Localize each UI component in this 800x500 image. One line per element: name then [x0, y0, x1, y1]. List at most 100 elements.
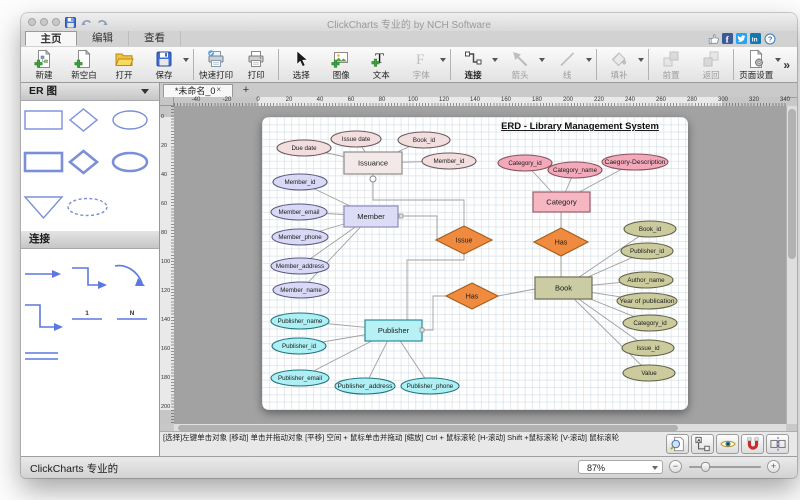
entity-book[interactable]: Book [535, 277, 592, 299]
toolbar-button-quick-print[interactable]: 快速打印 [196, 47, 236, 82]
close-tab-icon[interactable]: × [216, 85, 221, 94]
entity-publisher[interactable]: Publisher [365, 320, 422, 341]
shape-diamond-thick[interactable] [70, 151, 97, 173]
attribute-publisher-email[interactable]: Publisher_email [271, 370, 329, 386]
toolbar-button-open[interactable]: 打开 [104, 47, 144, 82]
dropdown-caret-icon[interactable] [539, 58, 545, 62]
attribute-member-id[interactable]: Member_id [422, 153, 476, 169]
entity-category[interactable]: Category [533, 192, 590, 212]
attribute-book-id[interactable]: Book_id [398, 132, 450, 148]
attribute-member-email[interactable]: Member_email [271, 204, 327, 220]
shape-ellipse-dashed[interactable] [68, 199, 107, 216]
attribute-category-id[interactable]: Category_id [498, 155, 552, 171]
toolbar-button-back[interactable]: 返回 [691, 47, 731, 82]
document-tab[interactable]: *未命名_0× [163, 84, 233, 97]
attribute-issue-id[interactable]: Issue_id [622, 340, 674, 356]
connector-double-line[interactable] [25, 353, 58, 359]
connector-handle[interactable] [420, 328, 424, 332]
toolbar-button-select[interactable]: 选择 [281, 47, 321, 82]
toolbar-button-new[interactable]: 新建 [24, 47, 64, 82]
twitter-icon[interactable] [736, 33, 747, 44]
tab-edit[interactable]: 编辑 [77, 31, 129, 46]
like-icon[interactable] [708, 33, 719, 44]
attribute-category-id[interactable]: Category_id [623, 315, 677, 331]
dropdown-caret-icon[interactable] [183, 58, 189, 62]
toolbar-button-save[interactable]: 保存 [144, 47, 191, 82]
zoom-in-button[interactable]: + [767, 460, 780, 473]
shape-ellipse-thick[interactable] [113, 153, 147, 171]
relationship-has-1[interactable]: Has [534, 228, 588, 256]
connector-handle[interactable] [399, 214, 403, 218]
dropdown-caret-icon[interactable] [638, 58, 644, 62]
sidebar-section-er[interactable]: ER 图 [21, 83, 159, 101]
attribute-book-id[interactable]: Book_id [624, 221, 676, 237]
attribute-publisher-phone[interactable]: Publisher_phone [401, 378, 459, 394]
relationship-issue-0[interactable]: Issue [436, 226, 492, 254]
connector-elbow-arrow[interactable] [72, 268, 98, 285]
attribute-label: Category_id [633, 320, 667, 327]
entity-issuance[interactable]: Issuance [344, 152, 402, 174]
attribute-publisher-id[interactable]: Publisher_id [621, 243, 673, 259]
canvas[interactable]: Due dateIssue date Book_id Member_id Member… [174, 106, 786, 424]
facebook-icon[interactable]: f [722, 33, 733, 44]
attribute-member-name[interactable]: Member_name [273, 282, 329, 298]
shape-rectangle-thick[interactable] [25, 153, 62, 171]
shape-triangle[interactable] [25, 197, 62, 218]
attribute-label: Publisher_name [278, 318, 323, 325]
attribute-category-name[interactable]: Category_name [548, 162, 602, 178]
linkedin-icon[interactable]: in [750, 33, 761, 44]
attribute-issue-date[interactable]: Issue date [331, 131, 381, 147]
shape-ellipse-thin[interactable] [113, 111, 147, 129]
toolbar-button-text[interactable]: T文本 [361, 47, 401, 82]
vertical-scrollbar[interactable] [786, 106, 797, 424]
attribute-caegory-description[interactable]: Caegory-Description [602, 154, 668, 170]
toolbar-button-new-blank[interactable]: 新空白 [64, 47, 104, 82]
toolbar-button-front[interactable]: 前置 [651, 47, 691, 82]
dropdown-caret-icon[interactable] [586, 58, 592, 62]
toolbar-button-image[interactable]: 图像 [321, 47, 361, 82]
attribute-publisher-name[interactable]: Publisher_name [271, 313, 329, 329]
connector-label-button[interactable]: A [691, 434, 714, 454]
entity-label: Member [357, 212, 385, 221]
zoom-slider-thumb[interactable] [701, 462, 710, 472]
toolbar-button-font[interactable]: F字体 [401, 47, 448, 82]
zoom-level-select[interactable]: 87% [578, 460, 663, 474]
snap-magnet-button[interactable] [741, 434, 764, 454]
zoom-slider[interactable] [689, 466, 761, 468]
grid-eye-button[interactable] [716, 434, 739, 454]
new-document-tab-button[interactable]: + [238, 83, 254, 97]
shape-rectangle-thin[interactable] [25, 111, 62, 129]
attribute-member-phone[interactable]: Member_phone [272, 229, 328, 245]
toolbar-overflow-chevron[interactable]: » [783, 58, 790, 72]
attribute-author-name[interactable]: Author_name [619, 272, 673, 288]
attribute-value[interactable]: Value [623, 365, 675, 381]
entity-member[interactable]: Member [344, 206, 398, 227]
sidebar-section-connect[interactable]: 连接 [21, 231, 159, 249]
tab-view[interactable]: 查看 [129, 31, 181, 46]
dropdown-caret-icon[interactable] [440, 58, 446, 62]
toolbar-button-connect[interactable]: 连接 [453, 47, 500, 82]
dropdown-caret-icon[interactable] [775, 58, 781, 62]
diagram-title: ERD - Library Management System [501, 121, 659, 132]
toolbar-button-page-setup[interactable]: 页面设置 [736, 47, 783, 82]
toolbar-button-print[interactable]: 打印 [236, 47, 276, 82]
attribute-member-address[interactable]: Member_address [271, 258, 329, 274]
vertical-scrollbar-thumb[interactable] [788, 109, 796, 259]
tab-home[interactable]: 主页 [25, 31, 77, 46]
zoom-out-button[interactable]: − [669, 460, 682, 473]
toolbar-button-line[interactable]: 线 [547, 47, 594, 82]
relationship-has-2[interactable]: Has [446, 283, 498, 309]
toolbar-button-arrow[interactable]: 箭头 [500, 47, 547, 82]
attribute-year-of-publication[interactable]: Year of publication [617, 293, 677, 309]
shape-diamond-thin[interactable] [70, 109, 97, 131]
attribute-member-id[interactable]: Member_id [273, 174, 327, 190]
connector-s-elbow-arrow[interactable] [25, 305, 54, 327]
help-icon[interactable]: ? [764, 33, 775, 44]
attribute-due-date[interactable]: Due date [277, 140, 331, 156]
toolbar-button-fill[interactable]: 填补 [599, 47, 646, 82]
align-split-button[interactable] [766, 434, 789, 454]
zoom-page-button[interactable] [666, 434, 689, 454]
attribute-publisher-id[interactable]: Publisher_id [272, 338, 326, 354]
attribute-publisher-address[interactable]: Publisher_address [335, 378, 395, 394]
dropdown-caret-icon[interactable] [492, 58, 498, 62]
